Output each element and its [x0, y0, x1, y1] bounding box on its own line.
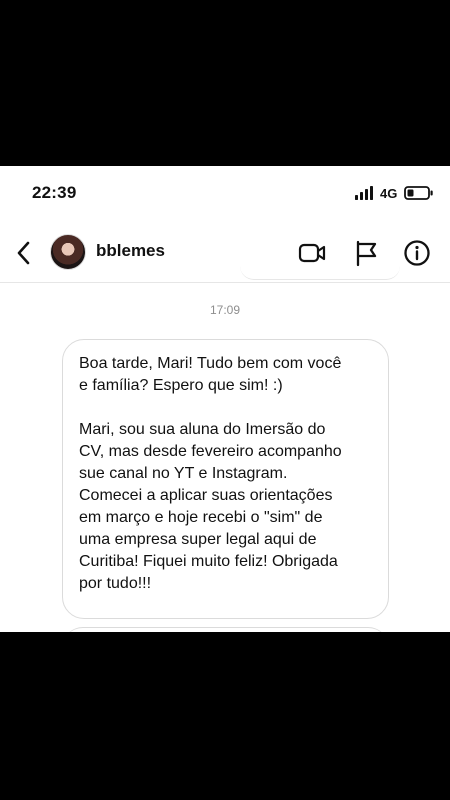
incoming-message-bubble[interactable]: Boa tarde, Mari! Tudo bem com você e fam… — [62, 339, 389, 619]
instagram-chat-screen: 22:39 4G bblemes 17:09 Boa tarde, Mari! … — [0, 166, 450, 632]
chevron-left-icon[interactable] — [14, 239, 34, 267]
profile-avatar[interactable] — [50, 234, 86, 270]
video-call-icon[interactable] — [297, 238, 327, 268]
message-paragraph: Boa tarde, Mari! Tudo bem com você e fam… — [79, 355, 342, 394]
battery-icon — [404, 186, 433, 200]
flag-icon[interactable] — [352, 238, 382, 268]
message-paragraph: Mari, sou sua aluna do Imersão do CV, ma… — [79, 421, 342, 592]
next-message-edge — [62, 627, 389, 632]
info-icon[interactable] — [402, 238, 432, 268]
network-label: 4G — [380, 186, 398, 201]
signal-icon — [355, 186, 373, 200]
status-time: 22:39 — [32, 183, 77, 202]
message-timestamp: 17:09 — [209, 303, 241, 317]
screenshot-frame: 22:39 4G bblemes 17:09 Boa tarde, Mari! … — [0, 0, 450, 800]
previous-message-edge — [240, 265, 400, 280]
status-bar: 22:39 4G — [0, 166, 450, 222]
chat-username[interactable]: bblemes — [96, 241, 165, 261]
